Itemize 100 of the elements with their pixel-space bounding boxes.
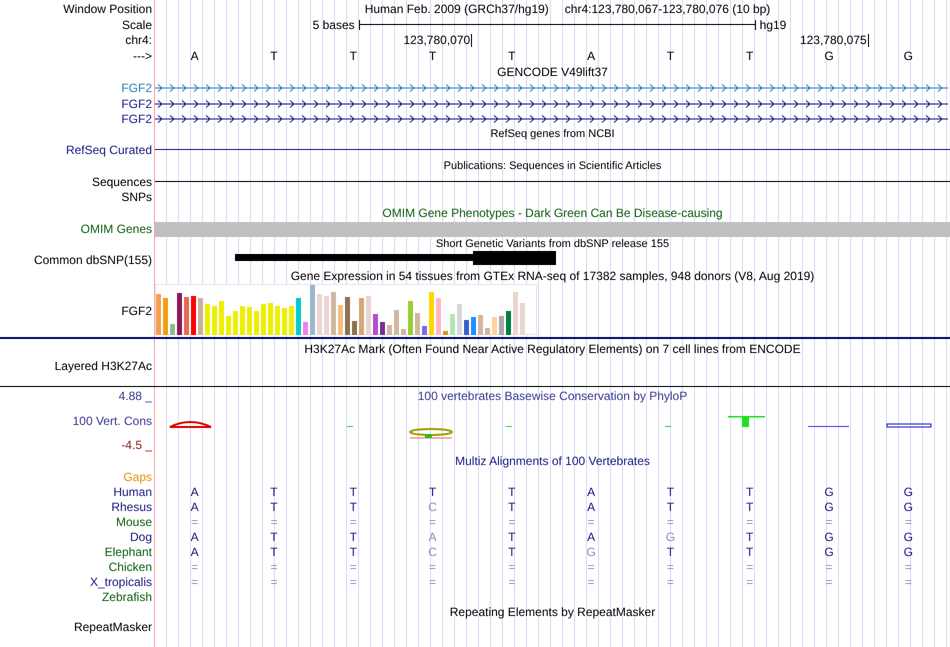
species-label[interactable]: Rhesus [111, 500, 152, 514]
expression-bar [219, 301, 224, 335]
aligned-base: A [190, 484, 199, 498]
expression-bar [198, 298, 203, 335]
conservation-mark [506, 426, 512, 427]
conservation-mark [665, 426, 671, 427]
aligned-base: = [746, 560, 754, 574]
base-letter: T [508, 49, 516, 63]
gene-label[interactable]: FGF2 [121, 81, 152, 95]
aligned-base: T [746, 484, 754, 498]
conservation-mark [409, 428, 453, 438]
track-title: Repeating Elements by RepeatMasker [450, 605, 656, 619]
aligned-base: T [508, 530, 516, 544]
species-label[interactable]: X_tropicalis [90, 574, 152, 588]
aligned-base: = [429, 574, 436, 588]
expression-bar [443, 331, 448, 335]
expression-bar [261, 304, 266, 335]
track-label: Scale [122, 18, 152, 32]
track-title: OMIM Gene Phenotypes - Dark Green Can Be Disease-causing [382, 206, 723, 220]
base-letter: T [666, 49, 674, 63]
expression-bar [275, 306, 280, 335]
aligned-base: = [508, 514, 516, 528]
track-label[interactable]: SNPs [121, 190, 152, 204]
assembly-title: Human Feb. 2009 (GRCh37/hg19) [364, 2, 549, 16]
expression-bar [485, 328, 490, 335]
expression-bar [296, 298, 301, 335]
aligned-base: T [508, 544, 516, 558]
conservation-mark [728, 416, 765, 427]
species-label[interactable]: Chicken [108, 560, 152, 574]
aligned-base: T [746, 500, 754, 514]
expression-bar [464, 320, 469, 335]
species-label[interactable]: Human [113, 484, 152, 498]
expression-bar [310, 285, 315, 335]
gene-label[interactable]: FGF2 [121, 112, 152, 126]
track-label[interactable]: OMIM Genes [80, 222, 152, 236]
base-letter: G [824, 49, 834, 63]
expression-bar [506, 311, 511, 335]
expression-bar [233, 311, 238, 335]
aligned-base: = [429, 514, 436, 528]
expression-bar [163, 298, 168, 335]
aligned-base: T [666, 500, 674, 514]
expression-bar [282, 308, 287, 335]
track-label: Window Position [63, 2, 152, 16]
aligned-base: A [190, 544, 199, 558]
aligned-base: T [270, 544, 278, 558]
track-label: chr4: [125, 33, 152, 47]
aligned-base: = [904, 560, 912, 574]
aligned-base: G [904, 500, 913, 514]
track-title: Publications: Sequences in Scientific Articles [444, 159, 662, 173]
aligned-base: = [191, 514, 198, 528]
species-label[interactable]: Mouse [116, 514, 152, 528]
aligned-base: = [588, 560, 595, 574]
aligned-base: C [428, 500, 437, 514]
expression-bar [387, 325, 392, 335]
expression-bar [247, 307, 252, 335]
track-label[interactable]: 100 Vert. Cons [72, 414, 152, 428]
species-label[interactable]: Zebrafish [102, 590, 152, 604]
aligned-base: = [508, 560, 516, 574]
aligned-base: = [746, 574, 754, 588]
expression-bar [520, 303, 525, 335]
aligned-base: G [824, 500, 834, 514]
base-letter: A [587, 49, 596, 63]
species-label[interactable]: Elephant [104, 544, 152, 558]
track-label[interactable]: Common dbSNP(155) [34, 252, 152, 266]
base-letter: T [350, 49, 357, 63]
aligned-base: = [350, 560, 357, 574]
gene-label[interactable]: FGF2 [121, 304, 152, 318]
track-label[interactable]: RepeatMasker [74, 620, 152, 634]
expression-bar [205, 304, 210, 335]
aligned-base: = [904, 574, 912, 588]
aligned-base: G [824, 544, 834, 558]
gene-label[interactable]: FGF2 [121, 96, 152, 110]
expression-bar [345, 297, 350, 335]
aligned-base: T [746, 530, 754, 544]
expression-bar [226, 316, 231, 335]
conservation-mark [886, 424, 932, 428]
aligned-base: G [904, 484, 913, 498]
species-label[interactable]: Dog [130, 530, 152, 544]
aligned-base: T [270, 530, 278, 544]
expression-bar [317, 294, 322, 335]
base-letter: T [428, 49, 436, 63]
strand-label: ---> [133, 49, 152, 63]
expression-bar [422, 326, 427, 335]
aligned-base: = [191, 560, 198, 574]
expression-bar [436, 298, 441, 335]
aligned-base: A [428, 530, 437, 544]
aligned-base: T [666, 544, 674, 558]
aligned-base: A [190, 530, 199, 544]
track-label[interactable]: Sequences [92, 174, 152, 188]
expression-bar [254, 311, 259, 335]
track-label[interactable]: RefSeq Curated [66, 142, 152, 156]
expression-bar [352, 321, 357, 335]
aligned-base: T [270, 500, 278, 514]
track-title: Gene Expression in 54 tissues from GTEx RNA-seq of 17382 samples, 948 donors (V8, Aug 2019) [290, 269, 814, 283]
expression-bar [338, 305, 343, 335]
base-letter: T [746, 49, 754, 63]
expression-bar [401, 329, 406, 335]
aligned-base: = [429, 560, 436, 574]
expression-bar [457, 304, 462, 335]
track-label[interactable]: Layered H3K27Ac [54, 359, 152, 373]
